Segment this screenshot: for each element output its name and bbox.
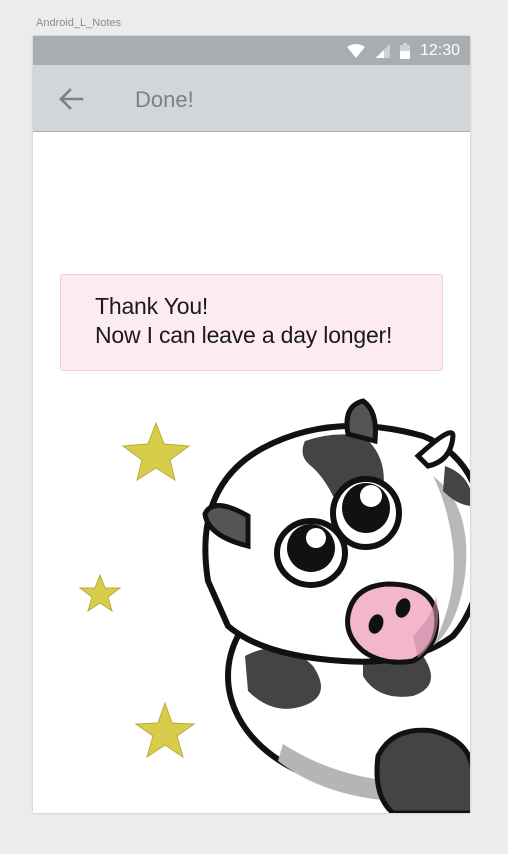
page-title: Done! bbox=[135, 87, 194, 112]
phone-screen: 12:30 Done! Thank You! Now I can leave a… bbox=[33, 36, 470, 813]
cell-signal-icon bbox=[374, 43, 390, 58]
message-line-2: Now I can leave a day longer! bbox=[95, 322, 393, 348]
status-bar: 12:30 bbox=[33, 36, 470, 65]
cow-character bbox=[202, 398, 470, 813]
app-bar: Done! bbox=[33, 65, 470, 132]
back-button[interactable] bbox=[53, 81, 89, 117]
arrow-left-icon bbox=[59, 88, 84, 110]
star-icon bbox=[78, 573, 122, 613]
wifi-icon bbox=[346, 43, 365, 58]
status-time: 12:30 bbox=[419, 41, 460, 59]
artboard-label: Android_L_Notes bbox=[36, 17, 122, 29]
message-card: Thank You! Now I can leave a day longer! bbox=[60, 274, 443, 371]
cow-illustration bbox=[78, 398, 470, 813]
message-line-1: Thank You! bbox=[95, 293, 209, 319]
battery-icon bbox=[399, 42, 410, 59]
star-icon bbox=[121, 421, 191, 482]
star-icon bbox=[134, 701, 196, 759]
